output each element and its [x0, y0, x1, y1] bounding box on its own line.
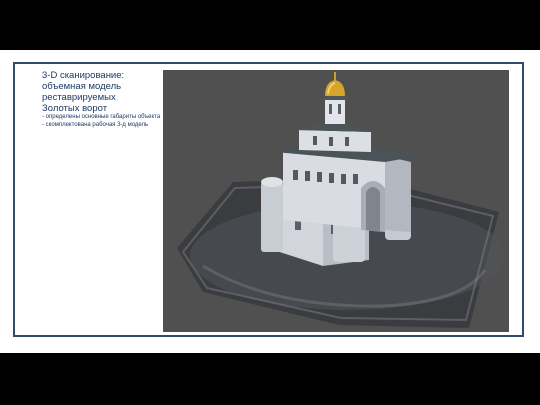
bullet-item: - определены основные габариты объекта	[42, 114, 161, 120]
bullet-list: - определены основные габариты объекта -…	[42, 113, 166, 129]
slide: 3-D сканирование: объемная модель рестав…	[0, 50, 540, 353]
scan-model-image	[163, 70, 509, 332]
bullet-item: - скомплектована рабочая 3-д модель	[42, 122, 149, 128]
slide-title: 3-D сканирование: объемная модель рестав…	[42, 70, 125, 114]
golden-gate-model-illustration	[177, 72, 506, 328]
